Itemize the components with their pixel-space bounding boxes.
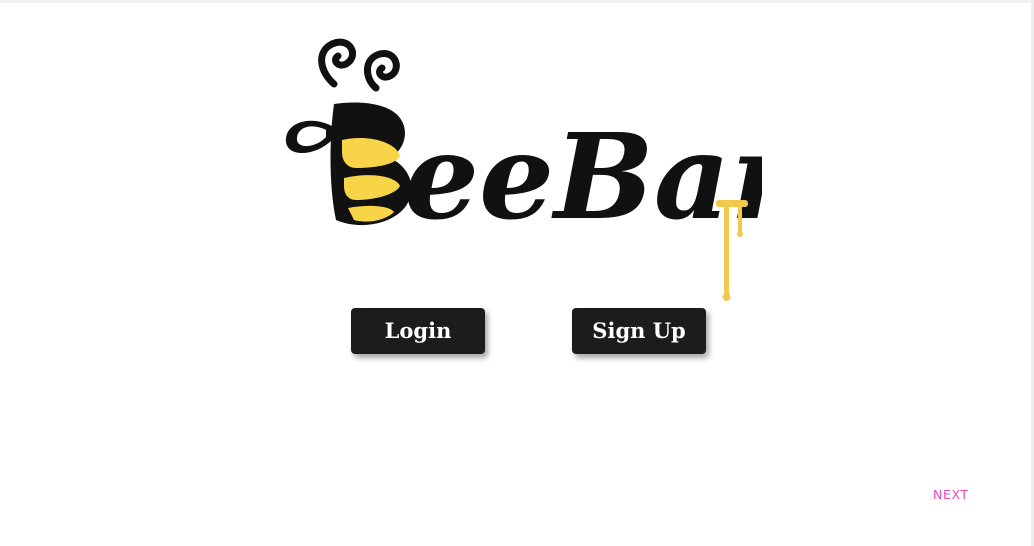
sign-up-button[interactable]: Sign Up (572, 308, 706, 354)
logo-wordmark: eeBank (404, 107, 762, 246)
bee-antennae-icon (318, 38, 400, 92)
bee-icon (330, 102, 412, 226)
bee-wing-icon (285, 120, 332, 154)
beebank-logo: eeBank (272, 22, 762, 312)
login-button[interactable]: Login (351, 308, 485, 354)
next-link[interactable]: NEXT (933, 487, 969, 502)
top-border (0, 0, 1034, 3)
